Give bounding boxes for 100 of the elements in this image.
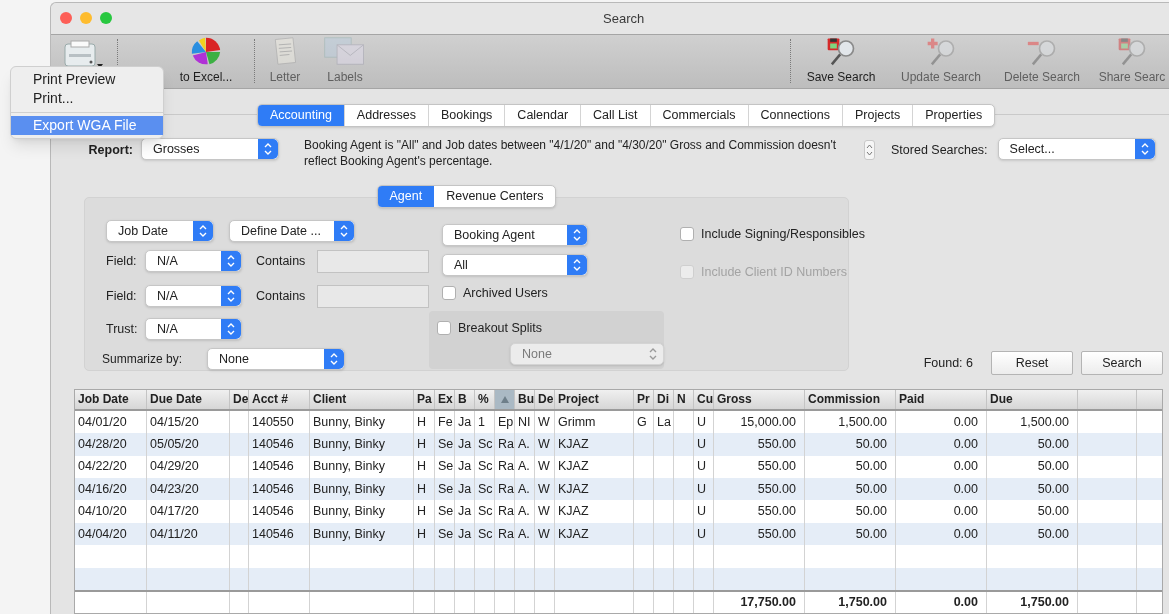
tab[interactable]: Calendar <box>505 104 582 126</box>
column-header[interactable]: Job Date <box>75 389 147 409</box>
tab[interactable]: Call List <box>581 104 651 126</box>
tab[interactable]: Addresses <box>344 104 429 126</box>
checkbox[interactable] <box>680 227 694 242</box>
report-select[interactable]: Grosses <box>141 137 279 160</box>
table-cell-text: KJAZ <box>558 480 589 498</box>
table-cell-text: Se <box>438 480 454 498</box>
total-cell-text: 1,750.00 <box>838 594 887 612</box>
checkbox[interactable] <box>437 321 451 335</box>
checkbox[interactable] <box>442 286 456 301</box>
date-field-select[interactable]: Job Date <box>106 219 214 242</box>
close-button[interactable] <box>60 12 72 25</box>
table-cell-text: 04/29/20 <box>150 458 199 476</box>
tab[interactable]: Projects <box>843 104 914 126</box>
minimize-button[interactable] <box>80 12 92 25</box>
menu-item[interactable]: Print... <box>11 89 163 108</box>
table-cell-text: KJAZ <box>558 525 589 543</box>
stored-searches-select[interactable]: Select... <box>997 137 1156 160</box>
column-header[interactable]: Gross <box>714 389 805 409</box>
table-cell-text: Ra <box>498 436 514 454</box>
table-cell-text: W <box>538 458 550 476</box>
table-cell-text: Ja <box>458 525 472 543</box>
agent-select[interactable]: All <box>442 253 588 276</box>
column-header[interactable]: Commission <box>805 389 896 409</box>
tab[interactable]: Bookings <box>428 104 506 126</box>
table-cell-text: Bunny, Binky <box>313 413 386 431</box>
tab[interactable]: Revenue Centers <box>434 185 556 207</box>
stepper-icon[interactable] <box>864 139 875 160</box>
tab[interactable]: Accounting <box>258 104 345 126</box>
column-header[interactable]: Pr <box>634 389 654 409</box>
column-header[interactable]: Project <box>555 389 634 409</box>
push-button[interactable]: Reset <box>991 350 1073 375</box>
table-cell-text: U <box>697 480 707 498</box>
contains-label: Contains <box>256 288 307 305</box>
trust-label: Trust: <box>106 320 139 338</box>
contains-field[interactable] <box>317 284 429 308</box>
column-header[interactable]: De <box>230 389 249 409</box>
trust-select[interactable]: N/A <box>145 317 242 340</box>
table-row[interactable]: 04/04/20 04/11/20 140546 Bunny, Binky H Se Ja Sc Ra A. W KJAZ U 550.00 50.00 0.00 50.00 <box>75 522 1162 546</box>
table-cell-text: 04/01/20 <box>78 413 127 431</box>
column-header[interactable]: Client <box>310 389 414 409</box>
column-header[interactable]: Bu <box>515 389 535 409</box>
table-cell-text: KJAZ <box>558 436 589 454</box>
column-header[interactable]: Due Date <box>147 389 230 409</box>
table-cell-text: 140550 <box>252 413 294 431</box>
table-cell-text: U <box>697 503 707 521</box>
table-cell-text: U <box>697 436 707 454</box>
table-row[interactable]: 04/16/20 04/23/20 140546 Bunny, Binky H Se Ja Sc Ra A. W KJAZ U 550.00 50.00 0.00 50.00 <box>75 478 1162 501</box>
table-cell-text: Se <box>438 458 454 476</box>
table-cell-text: Se <box>438 503 454 521</box>
table-cell-text: 50.00 <box>855 458 887 476</box>
summarize-select[interactable]: None <box>207 347 345 370</box>
column-header[interactable]: Cu <box>694 389 714 409</box>
table-cell-text: Sc <box>478 458 493 476</box>
toolbar-button[interactable]: Save Search <box>799 36 883 87</box>
table-cell-text: 0.00 <box>953 413 978 431</box>
sort-indicator[interactable] <box>495 389 515 409</box>
table-cell-text: 140546 <box>252 525 294 543</box>
table-cell-text: 0.00 <box>953 458 978 476</box>
column-header[interactable]: Pa <box>414 389 435 409</box>
checkbox-label: Breakout Splits <box>458 319 543 337</box>
table-cell-text: 1,500.00 <box>838 413 887 431</box>
table-cell-text: Sc <box>478 503 493 521</box>
table-cell-text: Bunny, Binky <box>313 436 386 454</box>
stepper-icon <box>258 138 278 159</box>
table-cell-text: 550.00 <box>757 525 796 543</box>
tab[interactable]: Properties <box>913 104 995 126</box>
summarize-label: Summarize by: <box>102 350 184 368</box>
agent-type-select[interactable]: Booking Agent <box>442 223 588 246</box>
table-row[interactable] <box>75 567 1162 590</box>
table-row[interactable]: 04/28/20 05/05/20 140546 Bunny, Binky H Se Ja Sc Ra A. W KJAZ U 550.00 50.00 0.00 50.00 <box>75 433 1162 456</box>
column-header[interactable]: Due <box>987 389 1078 409</box>
zoom-button[interactable] <box>100 12 112 25</box>
tab[interactable]: Connections <box>748 104 843 126</box>
date-range-select[interactable]: Define Date ... <box>229 219 355 242</box>
toolbar-button[interactable]: to Excel... <box>166 36 246 87</box>
tab[interactable]: Commercials <box>650 104 749 126</box>
table-cell-text: 550.00 <box>757 503 796 521</box>
field-select[interactable]: N/A <box>145 250 242 273</box>
column-header[interactable]: Paid <box>896 389 987 409</box>
push-button[interactable]: Search <box>1081 350 1163 375</box>
tab[interactable]: Agent <box>377 185 435 207</box>
column-header[interactable]: N <box>674 389 694 409</box>
column-header[interactable]: Ex <box>435 389 455 409</box>
table-cell-text: Ja <box>458 436 472 454</box>
table-cell-text: 04/17/20 <box>150 503 199 521</box>
table-cell-text: KJAZ <box>558 503 589 521</box>
table-cell-text: Ra <box>498 525 514 543</box>
column-header[interactable]: Di <box>654 389 674 409</box>
column-header[interactable]: De <box>535 389 555 409</box>
total-cell-text: 17,750.00 <box>740 594 796 612</box>
contains-field[interactable] <box>317 249 429 273</box>
field-label: Field: <box>106 253 138 270</box>
column-header[interactable]: B <box>455 389 475 409</box>
table-cell-text: 1,500.00 <box>1020 413 1069 431</box>
stepper-icon <box>1134 138 1155 159</box>
column-header[interactable]: Acct # <box>249 389 310 409</box>
menu-item[interactable]: Print Preview <box>11 70 163 89</box>
field-select[interactable]: N/A <box>145 285 242 308</box>
